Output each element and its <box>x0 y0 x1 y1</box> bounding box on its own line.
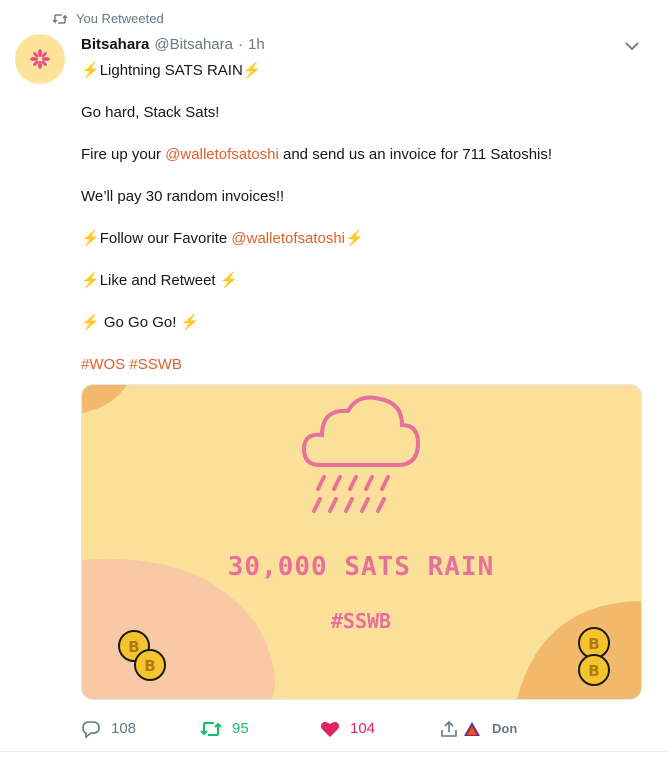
chevron-down-icon <box>625 42 639 51</box>
header-separator: · <box>237 36 243 53</box>
svg-text:B: B <box>588 635 599 653</box>
media-image[interactable]: 30,000 SATS RAIN #SSWB B B B B <box>81 384 642 700</box>
lightning-icon: ⚡ <box>81 314 100 331</box>
lightning-icon: ⚡ <box>81 272 100 289</box>
retweet-count: 95 <box>232 720 249 737</box>
tweet-actions: 108 95 104 Don <box>81 716 641 742</box>
reply-button[interactable]: 108 <box>81 716 136 742</box>
avatar-logo-icon <box>30 49 50 69</box>
author-name[interactable]: Bitsahara <box>81 36 149 53</box>
lightning-icon: ⚡ <box>81 230 100 247</box>
tweet-text: ⚡Lightning SATS RAIN⚡ Go hard, Stack Sat… <box>81 61 641 397</box>
media-hashtag: #SSWB <box>331 609 391 633</box>
tweet-divider <box>0 751 668 752</box>
avatar[interactable] <box>15 34 65 84</box>
like-button[interactable]: 104 <box>320 716 375 742</box>
tweet-line-6-text: Like and Retweet <box>99 272 220 289</box>
tweet-line-3: Fire up your @walletofsatoshi and send u… <box>81 145 641 165</box>
tweet-card[interactable]: You Retweeted Bitsahara @Bitsahara · 1h <box>0 0 668 757</box>
svg-text:B: B <box>588 662 599 680</box>
tip-label: Don <box>492 721 518 736</box>
tweet-timestamp[interactable]: 1h <box>248 36 265 53</box>
retweet-banner-label: You Retweeted <box>76 11 164 26</box>
svg-text:B: B <box>128 638 139 656</box>
tweet-line-4: We’ll pay 30 random invoices!! <box>81 188 285 205</box>
tweet-line-6: ⚡Like and Retweet ⚡ <box>81 271 641 291</box>
hashtag-link[interactable]: #WOS <box>81 356 125 373</box>
author-handle[interactable]: @Bitsahara <box>154 36 233 53</box>
lightning-icon: ⚡ <box>180 314 200 331</box>
tweet-line-7: ⚡ Go Go Go! ⚡ <box>81 313 641 333</box>
lightning-icon: ⚡ <box>242 62 262 79</box>
svg-text:B: B <box>144 657 155 675</box>
lightning-icon: ⚡ <box>81 62 100 79</box>
retweet-banner: You Retweeted <box>52 11 164 26</box>
like-count: 104 <box>350 720 376 737</box>
tweet-hashtags: #WOS #SSWB <box>81 355 641 375</box>
retweet-icon <box>200 722 222 736</box>
tweet-line-3-pre: Fire up your <box>81 146 166 163</box>
retweet-button[interactable]: 95 <box>200 716 249 742</box>
media-illustration: 30,000 SATS RAIN #SSWB B B B B <box>82 385 641 699</box>
reply-icon <box>82 721 100 739</box>
tweet-line-7-text: Go Go Go! <box>99 314 181 331</box>
hashtag-link[interactable]: #SSWB <box>129 356 182 373</box>
share-button[interactable]: Don <box>440 716 517 742</box>
tweet-line-3-post: and send us an invoice for 711 Satoshis! <box>278 146 553 163</box>
tweet-line-title-text: Lightning SATS RAIN <box>99 62 243 79</box>
tweet-line-5-text: Follow our Favorite <box>99 230 232 247</box>
media-headline: 30,000 SATS RAIN <box>228 552 494 582</box>
retweet-icon <box>52 13 68 25</box>
lightning-icon: ⚡ <box>219 272 239 289</box>
reply-count: 108 <box>111 720 137 737</box>
heart-icon <box>320 722 340 737</box>
lightning-icon: ⚡ <box>345 230 364 247</box>
tweet-header: Bitsahara @Bitsahara · 1h <box>81 36 265 53</box>
tweet-line-5: ⚡Follow our Favorite @walletofsatoshi⚡ <box>81 229 641 249</box>
brave-triangle-icon <box>464 722 480 736</box>
tweet-menu-button[interactable] <box>624 38 640 56</box>
mention-link[interactable]: @walletofsatoshi <box>165 146 279 163</box>
share-icon <box>441 720 457 737</box>
mention-link[interactable]: @walletofsatoshi <box>231 230 345 247</box>
tweet-line-2: Go hard, Stack Sats! <box>81 104 220 121</box>
tweet-line-title: ⚡Lightning SATS RAIN⚡ <box>81 61 641 81</box>
